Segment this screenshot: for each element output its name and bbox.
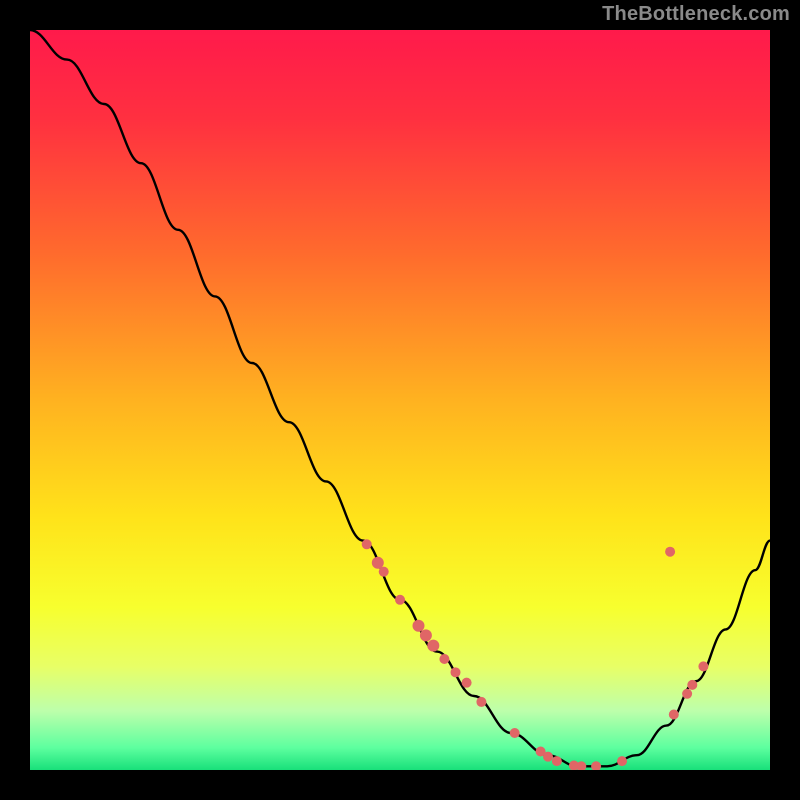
data-marker bbox=[462, 678, 472, 688]
data-marker bbox=[379, 567, 389, 577]
data-marker bbox=[698, 661, 708, 671]
chart-svg bbox=[0, 0, 800, 800]
data-marker bbox=[591, 761, 601, 771]
data-marker bbox=[687, 680, 697, 690]
data-marker bbox=[682, 689, 692, 699]
data-marker bbox=[362, 539, 372, 549]
data-marker bbox=[665, 547, 675, 557]
data-marker bbox=[451, 667, 461, 677]
data-marker bbox=[427, 640, 439, 652]
data-marker bbox=[576, 761, 586, 771]
data-marker bbox=[543, 752, 553, 762]
chart-stage: TheBottleneck.com bbox=[0, 0, 800, 800]
plot-background bbox=[30, 30, 770, 770]
data-marker bbox=[510, 728, 520, 738]
data-marker bbox=[617, 756, 627, 766]
data-marker bbox=[552, 756, 562, 766]
data-marker bbox=[439, 654, 449, 664]
data-marker bbox=[476, 697, 486, 707]
data-marker bbox=[420, 629, 432, 641]
data-marker bbox=[395, 595, 405, 605]
data-marker bbox=[669, 710, 679, 720]
data-marker bbox=[413, 620, 425, 632]
